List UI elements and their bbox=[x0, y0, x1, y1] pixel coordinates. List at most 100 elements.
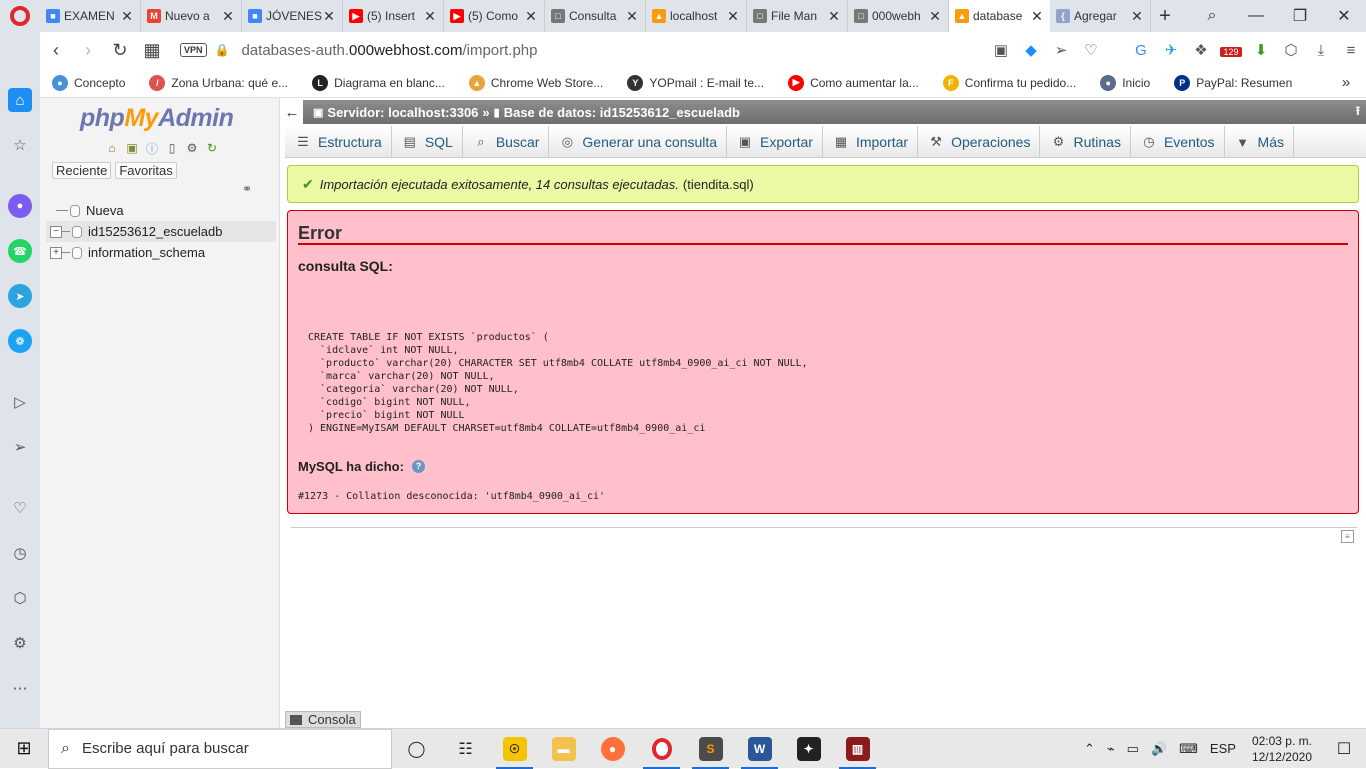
opera-menu-button[interactable] bbox=[0, 0, 40, 32]
menu-icon[interactable]: ≡ bbox=[1336, 42, 1366, 59]
notifications-icon[interactable]: ☐ bbox=[1322, 739, 1366, 759]
bookmark-item[interactable]: / Zona Urbana: qué e... bbox=[137, 74, 300, 91]
browser-tab[interactable]: ■ EXAMEN ✕ bbox=[40, 0, 141, 32]
new-tab-button[interactable]: + bbox=[1151, 5, 1179, 28]
tab-routines[interactable]: ⚙ Rutinas bbox=[1040, 126, 1131, 158]
forward-button[interactable]: › bbox=[72, 40, 104, 61]
browser-tab[interactable]: □ File Man ✕ bbox=[747, 0, 848, 32]
minimize-button[interactable]: — bbox=[1234, 7, 1278, 25]
url-field[interactable]: databases-auth.000webhost.com/import.php bbox=[241, 42, 537, 59]
docs-icon[interactable]: ▯ bbox=[164, 140, 180, 156]
taskbar-clock[interactable]: 02:03 p. m. 12/12/2020 bbox=[1242, 733, 1322, 765]
help-icon[interactable]: ? bbox=[411, 460, 425, 473]
home-icon[interactable]: ⌂ bbox=[8, 88, 32, 112]
browser-tab[interactable]: M Nuevo a ✕ bbox=[141, 0, 242, 32]
telegram-icon[interactable]: ➤ bbox=[8, 284, 32, 308]
breadcrumb-server[interactable]: ▣ Servidor: localhost:3306 bbox=[313, 105, 478, 120]
close-tab-icon[interactable]: ✕ bbox=[928, 8, 942, 25]
close-window-button[interactable]: ✕ bbox=[1322, 6, 1366, 26]
close-tab-icon[interactable]: ✕ bbox=[322, 8, 336, 25]
bookmark-item[interactable]: ● Inicio bbox=[1088, 74, 1162, 91]
messenger-icon[interactable]: ● bbox=[8, 194, 32, 218]
calendar-extension-icon[interactable]: 129 bbox=[1216, 42, 1246, 59]
bookmark-item[interactable]: Y YOPmail : E-mail te... bbox=[615, 74, 776, 91]
battery-icon[interactable]: ▭ bbox=[1121, 741, 1145, 757]
keyboard-icon[interactable]: ⌨ bbox=[1173, 741, 1204, 757]
tree-item-new[interactable]: Nueva bbox=[46, 200, 276, 221]
downloads-icon[interactable]: ⤓ bbox=[1306, 42, 1336, 59]
language-indicator[interactable]: ESP bbox=[1204, 741, 1242, 756]
close-tab-icon[interactable]: ✕ bbox=[120, 8, 134, 25]
tab-wrench[interactable]: ⚒ Operaciones bbox=[918, 126, 1041, 158]
gear-icon[interactable]: ⚙ bbox=[8, 631, 32, 655]
box-icon[interactable]: ⬡ bbox=[1276, 41, 1306, 59]
expand-icon[interactable]: + bbox=[50, 246, 62, 259]
network-icon[interactable]: ⌁ bbox=[1101, 741, 1121, 757]
taskbar-app-yellow-icon[interactable]: ☉ bbox=[490, 729, 539, 769]
word-icon[interactable]: W bbox=[735, 729, 784, 769]
sublime-text-icon[interactable]: S bbox=[686, 729, 735, 769]
winrar-icon[interactable]: ▥ bbox=[833, 729, 882, 769]
translate-extension-icon[interactable]: G bbox=[1126, 42, 1156, 59]
link-icon[interactable]: ⚭ bbox=[242, 182, 252, 196]
help-icon[interactable]: ⓘ bbox=[144, 140, 160, 156]
heart-icon[interactable]: ♡ bbox=[8, 496, 32, 520]
tab-query[interactable]: ◎ Generar una consulta bbox=[549, 126, 728, 158]
close-tab-icon[interactable]: ✕ bbox=[827, 8, 841, 25]
show-hidden-icons-icon[interactable]: ⌃ bbox=[1078, 741, 1101, 757]
extension-puzzle-icon[interactable]: ❖ bbox=[1186, 41, 1216, 59]
file-explorer-icon[interactable]: ▬ bbox=[539, 729, 588, 769]
restore-button[interactable]: ❐ bbox=[1278, 6, 1322, 26]
bookmarks-overflow-button[interactable]: » bbox=[1326, 74, 1366, 91]
browser-tab[interactable]: ▲ database ✕ bbox=[949, 0, 1050, 32]
reload-button[interactable]: ↻ bbox=[104, 40, 136, 61]
notes-icon[interactable]: ≡ bbox=[1341, 530, 1354, 543]
tab-sql[interactable]: ▤ SQL bbox=[392, 126, 463, 158]
acrobat-icon[interactable]: ✦ bbox=[784, 729, 833, 769]
collapse-icon[interactable]: ⭱ bbox=[1356, 102, 1360, 123]
cortana-icon[interactable]: ◯ bbox=[392, 729, 441, 769]
breadcrumb-database[interactable]: ▮ Base de datos: id15253612_escueladb bbox=[494, 105, 740, 120]
bookmark-item[interactable]: ● Concepto bbox=[40, 74, 137, 91]
close-tab-icon[interactable]: ✕ bbox=[1130, 8, 1144, 25]
browser-tab[interactable]: ▶ (5) Como ✕ bbox=[444, 0, 545, 32]
tab-export[interactable]: ▣ Exportar bbox=[727, 126, 823, 158]
back-arrow-icon[interactable]: ← bbox=[281, 100, 303, 124]
tree-item-database[interactable]: − id15253612_escueladb bbox=[46, 221, 276, 242]
extension-bird-icon[interactable]: ✈ bbox=[1156, 41, 1186, 59]
lock-icon[interactable]: 🔒 bbox=[215, 43, 230, 57]
close-tab-icon[interactable]: ✕ bbox=[726, 8, 740, 25]
opera-taskbar-icon[interactable] bbox=[637, 729, 686, 769]
bookmark-item[interactable]: ▶ Como aumentar la... bbox=[776, 74, 931, 91]
browser-tab[interactable]: {Agregar ✕ bbox=[1050, 0, 1151, 32]
tab-structure[interactable]: ☰ Estructura bbox=[285, 126, 392, 158]
settings-icon[interactable]: ⚙ bbox=[184, 140, 200, 156]
collapse-icon[interactable]: − bbox=[50, 225, 62, 238]
windows-start-button[interactable]: ⊞ bbox=[0, 729, 48, 769]
tab-search[interactable]: ⌕ Buscar bbox=[463, 126, 550, 158]
camera-icon[interactable]: ▣ bbox=[986, 41, 1016, 59]
close-tab-icon[interactable]: ✕ bbox=[1030, 8, 1044, 25]
recent-tab[interactable]: Reciente bbox=[52, 162, 112, 179]
speed-dial-icon[interactable]: ☆ bbox=[8, 133, 32, 157]
taskbar-search-box[interactable]: ⌕ Escribe aquí para buscar bbox=[48, 728, 392, 769]
shield-icon[interactable]: ◆ bbox=[1016, 41, 1046, 59]
cube-icon[interactable]: ⬡ bbox=[8, 586, 32, 610]
tab-clock[interactable]: ◷ Eventos bbox=[1131, 126, 1225, 158]
close-tab-icon[interactable]: ✕ bbox=[221, 8, 235, 25]
bookmark-item[interactable]: P PayPal: Resumen bbox=[1162, 74, 1304, 91]
tab-grid-icon[interactable]: ▦ bbox=[136, 40, 168, 61]
search-tabs-icon[interactable]: ⌕ bbox=[1190, 7, 1234, 25]
twitter-icon[interactable]: ❁ bbox=[8, 329, 32, 353]
bookmark-item[interactable]: F Confirma tu pedido... bbox=[931, 74, 1088, 91]
more-icon[interactable]: ⋯ bbox=[8, 676, 32, 700]
tab-import[interactable]: ▦ Importar bbox=[823, 126, 919, 158]
favorites-tab[interactable]: Favoritas bbox=[115, 162, 177, 179]
volume-icon[interactable]: 🔊 bbox=[1145, 741, 1173, 757]
player-icon[interactable]: ▷ bbox=[8, 390, 32, 414]
close-tab-icon[interactable]: ✕ bbox=[423, 8, 437, 25]
download-extension-icon[interactable]: ⬇ bbox=[1246, 41, 1276, 59]
browser-tab[interactable]: ■ JÓVENES ✕ bbox=[242, 0, 343, 32]
browser-tab[interactable]: □ 000webh ✕ bbox=[848, 0, 949, 32]
vpn-badge[interactable]: VPN bbox=[180, 43, 207, 57]
